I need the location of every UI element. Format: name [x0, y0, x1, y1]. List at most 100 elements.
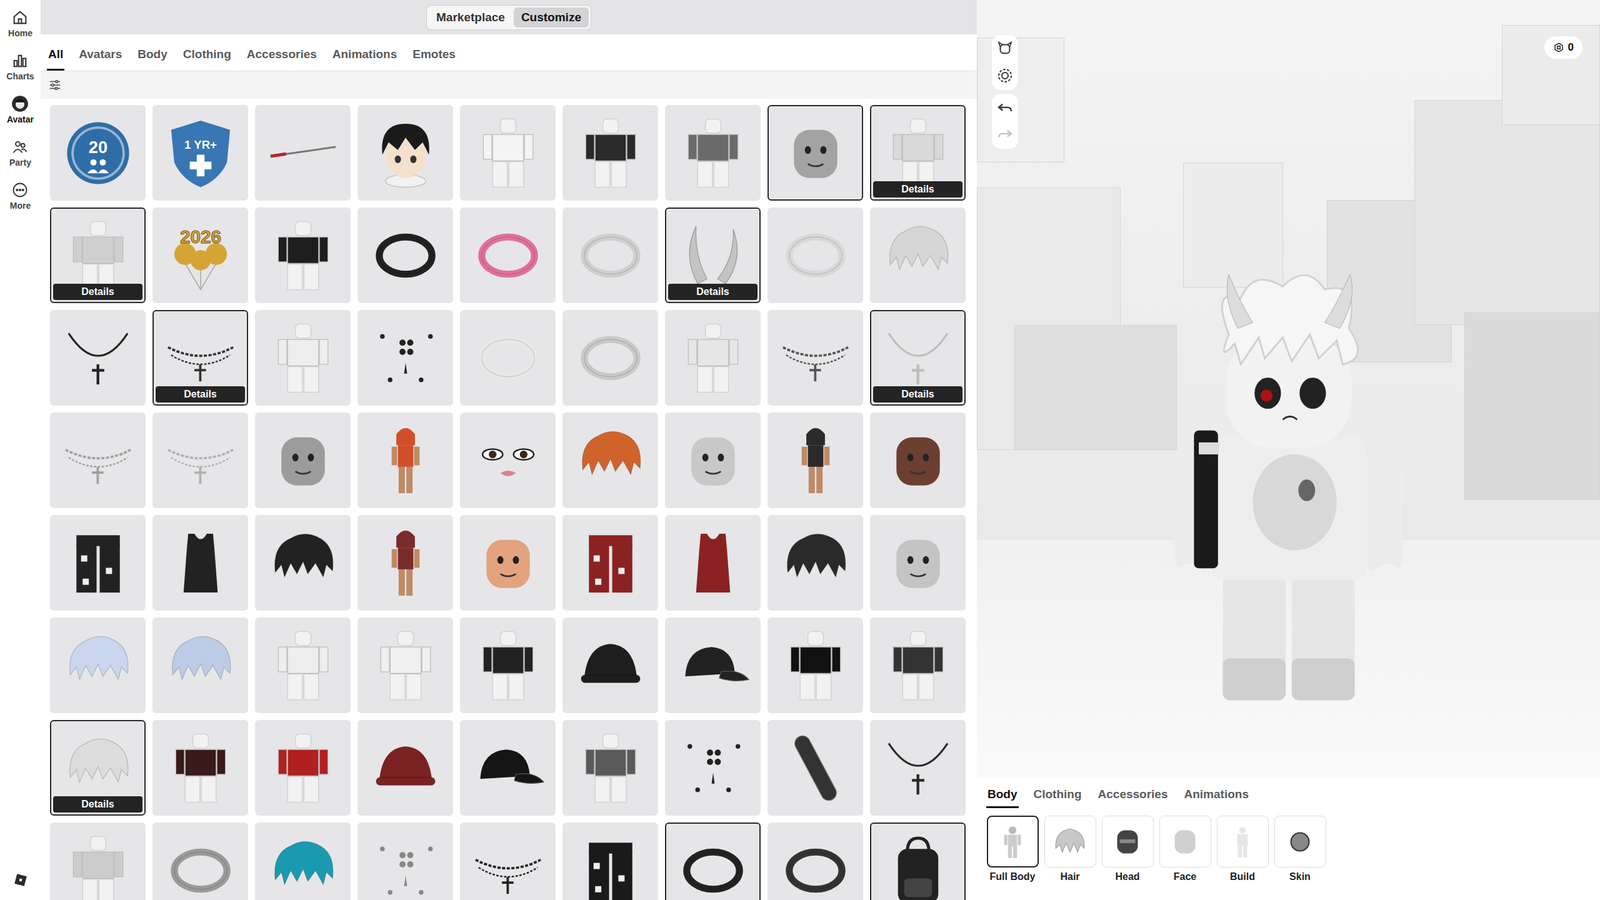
details-badge[interactable]: Details	[53, 796, 143, 813]
item-tile[interactable]	[767, 207, 864, 304]
nav-item[interactable]: More	[10, 181, 31, 211]
item-tile[interactable]: 1 YR+	[152, 105, 249, 201]
body-category[interactable]: Skin	[1273, 815, 1327, 883]
item-tile[interactable]: Details	[665, 207, 761, 304]
item-tile[interactable]	[460, 310, 556, 406]
mode-button[interactable]: Marketplace	[428, 7, 513, 28]
details-badge[interactable]: Details	[873, 386, 963, 403]
item-tile[interactable]	[870, 207, 966, 304]
item-tile[interactable]	[767, 310, 864, 406]
item-tile[interactable]	[665, 617, 761, 714]
details-badge[interactable]: Details	[668, 283, 758, 300]
item-tile[interactable]	[562, 720, 659, 816]
item-tile[interactable]	[460, 207, 556, 304]
item-tile[interactable]	[767, 412, 864, 509]
item-tile[interactable]	[665, 720, 761, 816]
item-tile[interactable]	[665, 105, 761, 201]
item-tile[interactable]	[357, 617, 454, 714]
nav-item[interactable]: Charts	[6, 51, 34, 82]
details-badge[interactable]: Details	[873, 181, 963, 198]
mode-button[interactable]: Customize	[513, 7, 589, 28]
item-tile[interactable]	[50, 822, 146, 900]
roblox-logo-icon[interactable]	[13, 872, 29, 888]
category-tab[interactable]: Avatars	[77, 37, 124, 71]
nav-item[interactable]: Avatar	[6, 95, 34, 125]
item-tile[interactable]: 2026	[152, 207, 249, 304]
settings-icon[interactable]	[995, 66, 1015, 85]
avatar-head-icon[interactable]	[995, 40, 1015, 59]
item-tile[interactable]	[255, 105, 351, 201]
body-category[interactable]: Head	[1101, 815, 1154, 883]
category-tab[interactable]: Accessories	[245, 37, 319, 71]
item-tile[interactable]	[562, 412, 659, 509]
item-tile[interactable]	[152, 412, 249, 509]
item-tile[interactable]	[152, 822, 249, 900]
item-tile[interactable]	[665, 822, 761, 900]
item-tile[interactable]: Details	[152, 310, 249, 406]
item-tile[interactable]	[255, 207, 351, 304]
body-category[interactable]: Hair	[1043, 815, 1097, 883]
item-tile[interactable]	[870, 515, 966, 611]
item-tile[interactable]	[562, 617, 659, 714]
redo-icon[interactable]	[995, 125, 1015, 144]
body-tab[interactable]: Accessories	[1096, 781, 1170, 809]
category-tab[interactable]: Body	[136, 37, 169, 71]
item-tile[interactable]	[357, 822, 454, 900]
category-tab[interactable]: Animations	[331, 37, 399, 71]
undo-icon[interactable]	[995, 98, 1015, 118]
item-tile[interactable]: Details	[870, 105, 966, 201]
item-tile[interactable]: Details	[870, 310, 966, 406]
item-tile[interactable]	[460, 515, 556, 611]
body-category[interactable]: Face	[1158, 815, 1212, 883]
item-tile[interactable]	[152, 617, 249, 714]
item-tile[interactable]	[562, 822, 659, 900]
body-category[interactable]: Build	[1216, 815, 1269, 883]
category-tab[interactable]: Emotes	[411, 37, 457, 71]
item-tile[interactable]	[460, 412, 556, 509]
item-tile[interactable]	[50, 515, 146, 611]
category-tab[interactable]: Clothing	[181, 37, 233, 71]
item-tile[interactable]	[357, 720, 454, 816]
item-tile[interactable]	[255, 412, 351, 509]
item-tile[interactable]: 20	[50, 105, 146, 201]
item-tile[interactable]	[562, 105, 659, 201]
item-tile[interactable]	[767, 515, 864, 611]
item-tile[interactable]	[152, 515, 249, 611]
body-tab[interactable]: Body	[986, 781, 1019, 809]
item-tile[interactable]	[357, 105, 454, 201]
item-tile[interactable]	[460, 720, 556, 816]
filter-icon[interactable]	[48, 78, 62, 92]
details-badge[interactable]: Details	[53, 283, 143, 300]
item-tile[interactable]	[152, 720, 249, 816]
item-tile[interactable]	[50, 617, 146, 714]
body-category[interactable]: Full Body	[986, 815, 1039, 883]
item-tile[interactable]	[767, 105, 864, 201]
item-tile[interactable]: Details	[50, 720, 146, 816]
item-tile[interactable]	[50, 310, 146, 406]
item-tile[interactable]	[460, 822, 556, 900]
item-tile[interactable]	[870, 617, 966, 714]
item-tile[interactable]	[460, 105, 556, 201]
item-tile[interactable]	[255, 822, 351, 900]
item-tile[interactable]	[870, 412, 966, 509]
item-tile[interactable]	[460, 617, 556, 714]
avatar-viewport[interactable]: 0	[976, 0, 1600, 778]
item-tile[interactable]	[562, 207, 659, 304]
item-tile[interactable]	[50, 412, 146, 509]
item-tile[interactable]	[255, 720, 351, 816]
item-tile[interactable]: Details	[50, 207, 146, 304]
item-tile[interactable]	[767, 822, 864, 900]
avatar-character[interactable]	[1138, 262, 1439, 707]
item-tile[interactable]	[255, 617, 351, 714]
body-tab[interactable]: Clothing	[1032, 781, 1084, 809]
item-tile[interactable]	[870, 822, 966, 900]
item-tile[interactable]	[357, 412, 454, 509]
item-tile[interactable]	[255, 310, 351, 406]
item-tile[interactable]	[357, 207, 454, 304]
robux-balance[interactable]: 0	[1544, 36, 1583, 59]
body-tab[interactable]: Animations	[1183, 781, 1250, 809]
item-tile[interactable]	[665, 310, 761, 406]
item-tile[interactable]	[767, 617, 864, 714]
nav-item[interactable]: Home	[8, 8, 33, 39]
item-tile[interactable]	[562, 310, 659, 406]
